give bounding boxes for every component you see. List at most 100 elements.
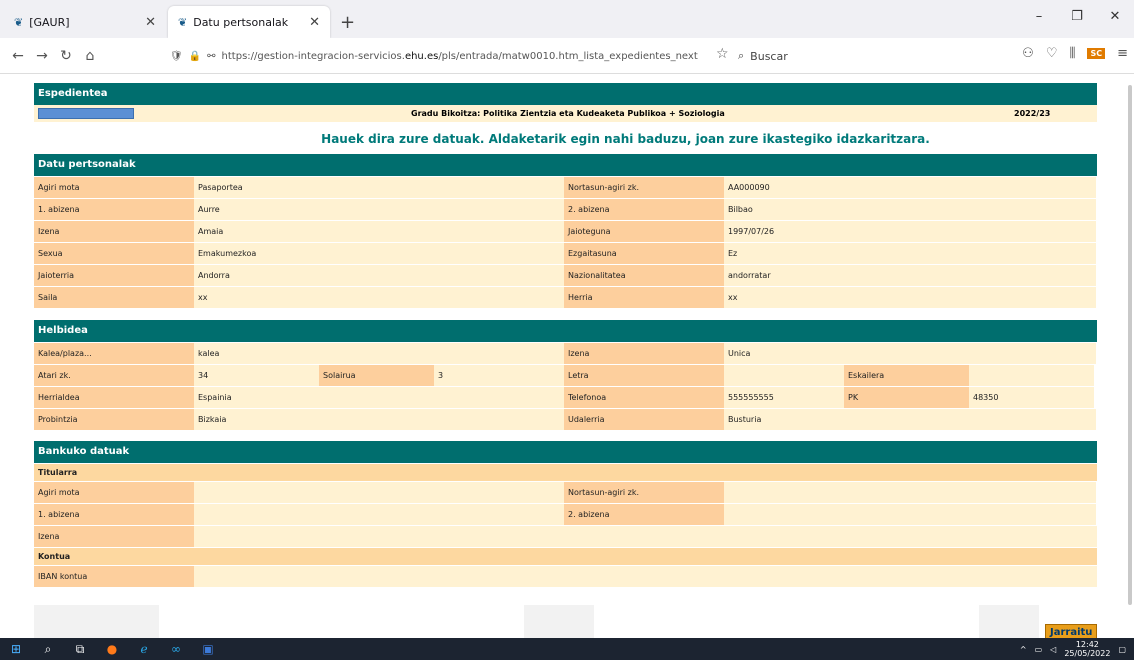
internet-explorer-icon[interactable]: ℯ: [128, 642, 160, 656]
field-label: Izena: [34, 526, 194, 547]
field-label: Kalea/plaza...: [34, 343, 194, 364]
academic-year: 2022/23: [1014, 109, 1051, 118]
account-icon[interactable]: ⚇: [1022, 46, 1034, 61]
close-window-icon[interactable]: ✕: [1096, 9, 1134, 24]
field-value: Andorra: [194, 265, 564, 286]
url-bar[interactable]: 🛡 🔒 ⚯ https://gestion-integracion-servic…: [166, 43, 706, 69]
field-value: [969, 365, 1094, 386]
section-header-datu-pertsonalak: Datu pertsonalak: [34, 154, 1097, 176]
table-row: Agiri mota Pasaportea Nortasun-agiri zk.…: [34, 177, 1097, 198]
chevron-up-icon[interactable]: ^: [1020, 645, 1027, 654]
main-form: Espedientea Gradu Bikoitza: Politika Zie…: [34, 83, 1097, 587]
subheader-titularra: Titularra: [34, 464, 1097, 481]
back-icon[interactable]: ←: [6, 48, 30, 64]
field-label: Atari zk.: [34, 365, 194, 386]
search-box[interactable]: ⌕ Buscar: [738, 43, 988, 69]
windows-start-icon[interactable]: ⊞: [0, 642, 32, 656]
close-tab-icon[interactable]: ✕: [145, 15, 156, 30]
word-icon[interactable]: ▣: [192, 642, 224, 656]
field-value: AA000090: [724, 177, 1096, 198]
field-value: Bilbao: [724, 199, 1096, 220]
field-value: 34: [194, 365, 319, 386]
field-label: Udalerria: [564, 409, 724, 430]
network-icon[interactable]: ▭: [1035, 645, 1043, 654]
app-icon[interactable]: ∞: [160, 642, 192, 656]
url-text: https://gestion-integracion-servicios.eh…: [221, 50, 698, 62]
table-row: Sexua Emakumezkoa Ezgaitasuna Ez: [34, 243, 1097, 264]
continue-button[interactable]: Jarraitu: [1045, 624, 1098, 638]
toolbar-icons: ⚇ ♡ ⫼ SC ≡: [1022, 46, 1128, 61]
scrollbar[interactable]: [1128, 85, 1132, 605]
firefox-icon[interactable]: ●: [96, 642, 128, 656]
table-row: Izena: [34, 526, 1097, 547]
tab-gaur[interactable]: ❦ [GAUR] ✕: [4, 6, 166, 38]
field-value: kalea: [194, 343, 564, 364]
degree-name: Gradu Bikoitza: Politika Zientzia eta Ku…: [411, 109, 725, 118]
field-label: Saila: [34, 287, 194, 308]
table-row: Saila xx Herria xx: [34, 287, 1097, 308]
redacted-id: [38, 108, 134, 119]
page-content: Espedientea Gradu Bikoitza: Politika Zie…: [0, 75, 1134, 638]
watermark-block: [979, 605, 1039, 638]
field-label: Herria: [564, 287, 724, 308]
volume-icon[interactable]: ◁: [1050, 645, 1056, 654]
new-tab-button[interactable]: +: [330, 6, 365, 38]
tab-datu-pertsonalak[interactable]: ❦ Datu pertsonalak ✕: [168, 6, 330, 38]
field-value: Ez: [724, 243, 1096, 264]
task-view-icon[interactable]: ⧉: [64, 642, 96, 657]
clock-date: 25/05/2022: [1064, 649, 1111, 658]
clock[interactable]: 12:42 25/05/2022: [1064, 640, 1110, 658]
field-value: [724, 365, 844, 386]
library-icon[interactable]: ⫼: [1069, 46, 1075, 61]
bank-table: Agiri mota Nortasun-agiri zk. 1. abizena…: [34, 482, 1097, 547]
tab-label: Datu pertsonalak: [193, 15, 289, 29]
permissions-icon: ⚯: [207, 50, 216, 62]
bookmark-star-icon[interactable]: ☆: [716, 46, 729, 62]
pocket-icon[interactable]: ♡: [1046, 46, 1058, 61]
notice-message: Hauek dira zure datuak. Aldaketarik egin…: [321, 132, 930, 146]
field-label: Nortasun-agiri zk.: [564, 177, 724, 198]
table-row: Herrialdea Espainia Telefonoa 555555555 …: [34, 387, 1097, 408]
section-header-bankuko-datuak: Bankuko datuak: [34, 441, 1097, 463]
field-label: IBAN kontua: [34, 566, 194, 587]
field-value: 555555555: [724, 387, 844, 408]
field-value: [194, 504, 564, 525]
ehu-favicon-icon: ❦: [178, 15, 188, 29]
field-label: Nortasun-agiri zk.: [564, 482, 724, 503]
minimize-icon[interactable]: –: [1020, 9, 1058, 24]
close-tab-icon[interactable]: ✕: [309, 15, 320, 30]
reload-icon[interactable]: ↻: [54, 48, 78, 64]
shield-icon: 🛡: [170, 50, 183, 62]
field-label: Sexua: [34, 243, 194, 264]
field-value: Busturia: [724, 409, 1096, 430]
search-placeholder: Buscar: [750, 49, 788, 63]
restore-icon[interactable]: ❐: [1058, 9, 1096, 24]
field-value: 48350: [969, 387, 1094, 408]
field-label: Jaioteguna: [564, 221, 724, 242]
expediente-row: Gradu Bikoitza: Politika Zientzia eta Ku…: [34, 105, 1097, 122]
forward-icon[interactable]: →: [30, 48, 54, 64]
section-header-helbidea: Helbidea: [34, 320, 1097, 342]
search-icon: ⌕: [738, 49, 745, 62]
field-value: [194, 526, 1097, 547]
extension-icon[interactable]: SC: [1087, 48, 1106, 59]
section-header-espedientea: Espedientea: [34, 83, 1097, 105]
field-label: Izena: [564, 343, 724, 364]
field-label: Izena: [34, 221, 194, 242]
search-icon[interactable]: ⌕: [32, 642, 64, 657]
table-row: 1. abizena Aurre 2. abizena Bilbao: [34, 199, 1097, 220]
field-label: Herrialdea: [34, 387, 194, 408]
field-label: Solairua: [319, 365, 434, 386]
tab-label: [GAUR]: [29, 15, 70, 29]
menu-icon[interactable]: ≡: [1117, 46, 1128, 61]
field-value: [194, 482, 564, 503]
home-icon[interactable]: ⌂: [78, 48, 102, 64]
field-value: Espainia: [194, 387, 564, 408]
field-label: Eskailera: [844, 365, 969, 386]
field-label: 2. abizena: [564, 504, 724, 525]
notifications-icon[interactable]: ▢: [1118, 645, 1126, 654]
table-row: Agiri mota Nortasun-agiri zk.: [34, 482, 1097, 503]
field-value: Emakumezkoa: [194, 243, 564, 264]
windows-taskbar: ⊞ ⌕ ⧉ ● ℯ ∞ ▣ ^ ▭ ◁ 12:42 25/05/2022 ▢: [0, 638, 1134, 660]
